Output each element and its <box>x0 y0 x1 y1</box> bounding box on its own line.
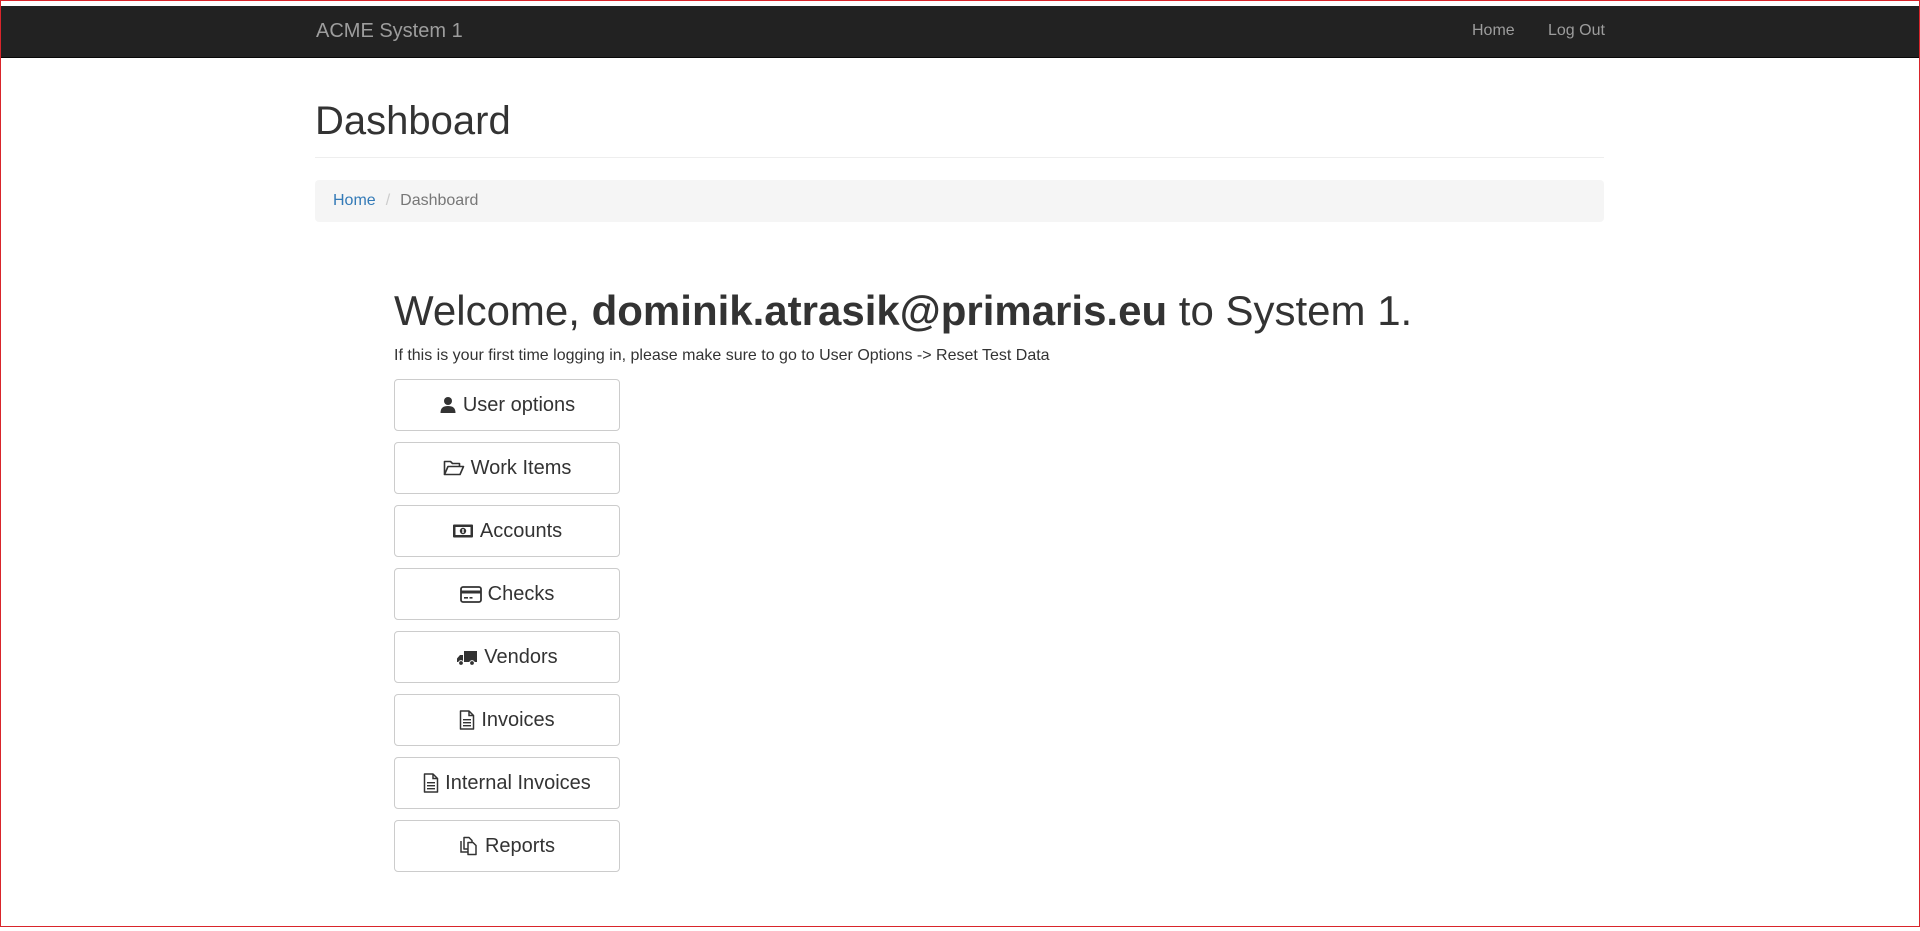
accounts-label: Accounts <box>479 519 563 542</box>
accounts-button[interactable]: Accounts <box>394 505 620 557</box>
reports-label: Reports <box>484 834 556 857</box>
breadcrumb-separator: / <box>385 192 391 209</box>
reports-button[interactable]: Reports <box>394 820 620 872</box>
invoices-label: Invoices <box>481 708 555 731</box>
window-frame <box>0 0 1920 927</box>
work-items-button[interactable]: Work Items <box>394 442 620 494</box>
credit-card-icon <box>459 585 482 603</box>
copy-icon <box>459 836 479 856</box>
checks-button[interactable]: Checks <box>394 568 620 620</box>
nav-logout-link[interactable]: Log Out <box>1548 19 1605 43</box>
nav-home-link[interactable]: Home <box>1472 19 1515 43</box>
welcome-heading: Welcome, dominik.atrasik@primaris.eu to … <box>394 283 1412 339</box>
breadcrumb-home-link[interactable]: Home <box>333 192 376 210</box>
invoices-button[interactable]: Invoices <box>394 694 620 746</box>
breadcrumb-current: Dashboard <box>400 192 479 209</box>
money-icon <box>452 523 474 539</box>
welcome-suffix: to System 1. <box>1178 287 1413 334</box>
file-text-icon <box>459 710 475 730</box>
work-items-label: Work Items <box>470 456 572 479</box>
file-text-icon <box>423 773 439 793</box>
first-login-hint: If this is your first time logging in, p… <box>394 347 1050 364</box>
breadcrumb: Home / Dashboard <box>315 180 1604 222</box>
internal-invoices-label: Internal Invoices <box>445 771 591 794</box>
user-icon <box>439 396 457 414</box>
folder-open-icon <box>443 459 465 477</box>
user-options-label: User options <box>462 393 576 416</box>
welcome-prefix: Welcome, <box>394 287 580 334</box>
checks-label: Checks <box>487 582 555 605</box>
vendors-button[interactable]: Vendors <box>394 631 620 683</box>
top-navbar: ACME System 1 Home Log Out <box>1 6 1919 58</box>
page-title: Dashboard <box>315 99 511 143</box>
title-divider <box>315 157 1604 158</box>
truck-icon <box>456 649 478 666</box>
vendors-label: Vendors <box>484 645 558 668</box>
brand-link[interactable]: ACME System 1 <box>316 18 463 44</box>
welcome-user: dominik.atrasik@primaris.eu <box>591 287 1168 334</box>
internal-invoices-button[interactable]: Internal Invoices <box>394 757 620 809</box>
user-options-button[interactable]: User options <box>394 379 620 431</box>
